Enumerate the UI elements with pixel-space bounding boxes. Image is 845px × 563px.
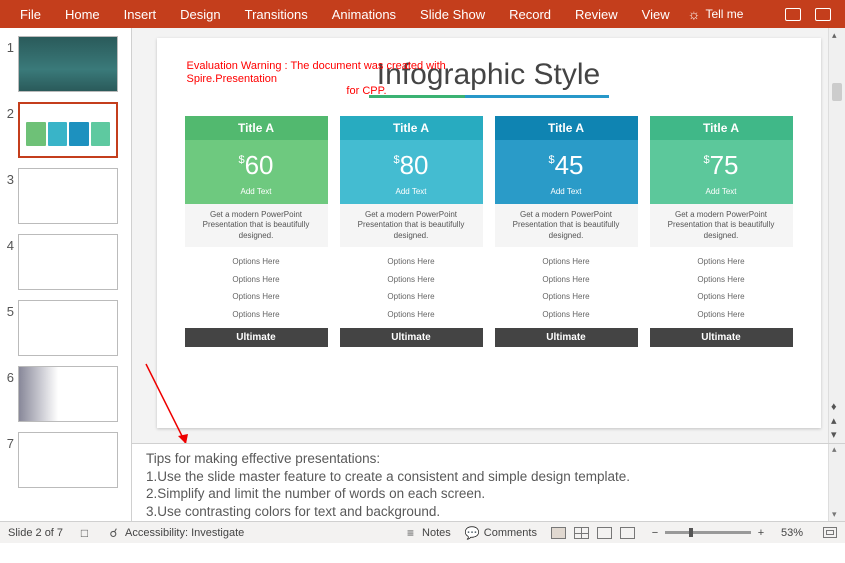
thumbnail-2[interactable]: 2 bbox=[0, 100, 131, 166]
zoom-level[interactable]: 53% bbox=[781, 527, 803, 539]
thumbnail-3[interactable]: 3 bbox=[0, 166, 131, 232]
card-desc: Get a modern PowerPoint Presentation tha… bbox=[340, 204, 483, 247]
collapse-ribbon-icon[interactable] bbox=[815, 8, 831, 21]
fit-to-window-button[interactable] bbox=[823, 527, 837, 538]
card-price: $45 bbox=[495, 140, 638, 187]
tab-insert[interactable]: Insert bbox=[112, 0, 169, 28]
view-switcher bbox=[551, 527, 635, 539]
present-icon[interactable] bbox=[785, 8, 801, 21]
card-addtext: Add Text bbox=[650, 187, 793, 204]
slideshow-view-button[interactable] bbox=[620, 527, 635, 539]
card-options: Options Here Options Here Options Here O… bbox=[495, 247, 638, 327]
zoom-track[interactable] bbox=[665, 531, 751, 534]
accessibility-button[interactable]: ☌ Accessibility: Investigate bbox=[106, 526, 244, 539]
card-title: Title A bbox=[340, 116, 483, 140]
tab-home[interactable]: Home bbox=[53, 0, 112, 28]
card-3: Title A $45 Add Text Get a modern PowerP… bbox=[495, 116, 638, 347]
notes-line: 2.Simplify and limit the number of words… bbox=[146, 485, 831, 503]
thumbnail-1[interactable]: 1 bbox=[0, 34, 131, 100]
slide-editor[interactable]: Evaluation Warning : The document was cr… bbox=[157, 38, 821, 428]
card-title: Title A bbox=[650, 116, 793, 140]
card-desc: Get a modern PowerPoint Presentation tha… bbox=[495, 204, 638, 247]
accessibility-icon: ☌ bbox=[106, 526, 121, 539]
card-2: Title A $80 Add Text Get a modern PowerP… bbox=[340, 116, 483, 347]
card-addtext: Add Text bbox=[495, 187, 638, 204]
tab-design[interactable]: Design bbox=[168, 0, 232, 28]
card-ultimate: Ultimate bbox=[495, 328, 638, 347]
tab-review[interactable]: Review bbox=[563, 0, 630, 28]
zoom-in-button[interactable]: + bbox=[755, 527, 767, 539]
tell-me[interactable]: ☼ Tell me bbox=[688, 6, 744, 22]
normal-view-button[interactable] bbox=[551, 527, 566, 539]
card-price: $60 bbox=[185, 140, 328, 187]
notes-scrollbar[interactable]: ▴▾ bbox=[828, 444, 845, 521]
card-1: Title A $60 Add Text Get a modern PowerP… bbox=[185, 116, 328, 347]
card-4: Title A $75 Add Text Get a modern PowerP… bbox=[650, 116, 793, 347]
pricing-cards: Title A $60 Add Text Get a modern PowerP… bbox=[185, 116, 793, 347]
tab-view[interactable]: View bbox=[630, 0, 682, 28]
tab-animations[interactable]: Animations bbox=[320, 0, 408, 28]
evaluation-warning: Evaluation Warning : The document was cr… bbox=[187, 60, 507, 98]
notes-line: Tips for making effective presentations: bbox=[146, 450, 831, 468]
thumbnail-6[interactable]: 6 bbox=[0, 364, 131, 430]
tab-slideshow[interactable]: Slide Show bbox=[408, 0, 497, 28]
card-ultimate: Ultimate bbox=[340, 328, 483, 347]
card-desc: Get a modern PowerPoint Presentation tha… bbox=[185, 204, 328, 247]
tab-record[interactable]: Record bbox=[497, 0, 563, 28]
tab-transitions[interactable]: Transitions bbox=[233, 0, 320, 28]
zoom-slider[interactable]: − + bbox=[649, 527, 767, 539]
notes-line: 1.Use the slide master feature to create… bbox=[146, 468, 831, 486]
lightbulb-icon: ☼ bbox=[688, 6, 701, 22]
slide-canvas-area: Evaluation Warning : The document was cr… bbox=[132, 28, 845, 443]
card-title: Title A bbox=[495, 116, 638, 140]
reading-view-button[interactable] bbox=[597, 527, 612, 539]
language-icon[interactable]: □ bbox=[77, 526, 92, 539]
notes-line: 3.Use contrasting colors for text and ba… bbox=[146, 503, 831, 521]
card-addtext: Add Text bbox=[185, 187, 328, 204]
slide-position: Slide 2 of 7 bbox=[8, 527, 63, 539]
thumbnail-5[interactable]: 5 bbox=[0, 298, 131, 364]
thumbnail-4[interactable]: 4 bbox=[0, 232, 131, 298]
editor-scrollbar[interactable]: ▴ ♦▴▾ bbox=[828, 28, 845, 443]
notes-button[interactable]: ≡ Notes bbox=[403, 526, 451, 539]
thumbnail-7[interactable]: 7 bbox=[0, 430, 131, 496]
card-ultimate: Ultimate bbox=[185, 328, 328, 347]
card-options: Options Here Options Here Options Here O… bbox=[650, 247, 793, 327]
ribbon-tabs: File Home Insert Design Transitions Anim… bbox=[0, 0, 845, 28]
card-desc: Get a modern PowerPoint Presentation tha… bbox=[650, 204, 793, 247]
card-options: Options Here Options Here Options Here O… bbox=[340, 247, 483, 327]
comments-icon: 💬 bbox=[465, 526, 480, 539]
slide-sorter-button[interactable] bbox=[574, 527, 589, 539]
tell-me-label: Tell me bbox=[705, 7, 743, 21]
card-title: Title A bbox=[185, 116, 328, 140]
card-price: $80 bbox=[340, 140, 483, 187]
slide-thumbnail-panel: 1 2 3 4 5 6 7 bbox=[0, 28, 132, 521]
card-ultimate: Ultimate bbox=[650, 328, 793, 347]
zoom-out-button[interactable]: − bbox=[649, 527, 661, 539]
tab-file[interactable]: File bbox=[8, 0, 53, 28]
card-options: Options Here Options Here Options Here O… bbox=[185, 247, 328, 327]
comments-button[interactable]: 💬 Comments bbox=[465, 526, 537, 539]
status-bar: Slide 2 of 7 □ ☌ Accessibility: Investig… bbox=[0, 521, 845, 543]
card-price: $75 bbox=[650, 140, 793, 187]
notes-pane[interactable]: Tips for making effective presentations:… bbox=[132, 443, 845, 521]
card-addtext: Add Text bbox=[340, 187, 483, 204]
notes-icon: ≡ bbox=[403, 526, 418, 539]
